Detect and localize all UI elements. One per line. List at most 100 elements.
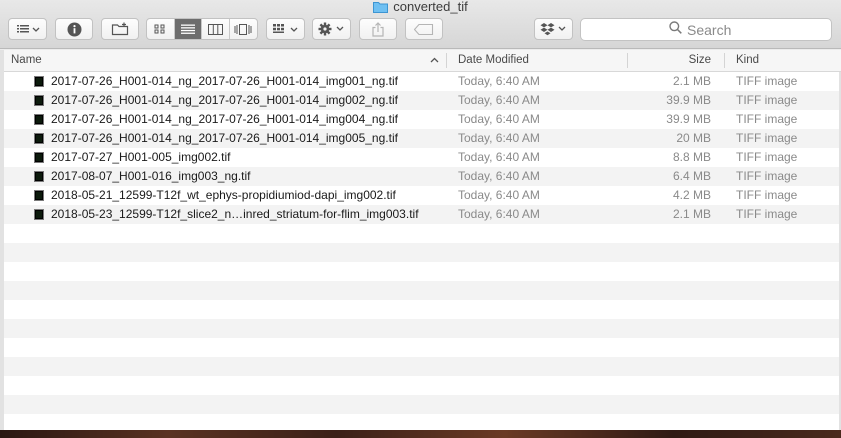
file-name: 2017-07-27_H001-005_img002.tif [51,150,231,164]
arrange-icon [272,23,300,35]
tiff-file-icon [34,209,44,220]
file-date: Today, 6:40 AM [458,150,540,164]
file-row[interactable]: 2017-07-26_H001-014_ng_2017-07-26_H001-0… [4,91,839,110]
file-date: Today, 6:40 AM [458,112,540,126]
empty-row [4,395,839,414]
tags-button[interactable] [405,18,443,40]
file-row[interactable]: 2017-07-27_H001-005_img002.tif Today, 6:4… [4,148,839,167]
column-header-name[interactable]: Name [11,50,431,71]
dropbox-button[interactable] [534,18,573,40]
view-options-icon [15,23,41,35]
file-date: Today, 6:40 AM [458,207,540,221]
file-size: 2.1 MB [672,74,711,88]
file-name: 2017-08-07_H001-016_img003_ng.tif [51,169,251,183]
file-size: 6.4 MB [672,169,711,183]
file-size: 39.9 MB [666,93,711,107]
file-row[interactable]: 2018-05-23_12599-T12f_slice2_n…inred_str… [4,205,839,224]
share-button[interactable] [359,18,397,40]
new-folder-icon [111,22,129,36]
icon-view-button[interactable] [147,19,175,39]
file-name: 2017-07-26_H001-014_ng_2017-07-26_H001-0… [51,74,398,88]
get-info-button[interactable] [55,18,93,40]
tiff-file-icon [34,190,44,201]
view-options-button[interactable] [8,18,47,40]
search-field[interactable] [580,18,832,41]
file-date: Today, 6:40 AM [458,131,540,145]
tiff-file-icon [34,152,44,163]
desktop-background [0,430,841,438]
file-name: 2018-05-21_12599-T12f_wt_ephys-propidium… [51,188,396,202]
action-gear-icon [318,22,346,36]
column-view-icon [207,23,223,35]
view-mode-control[interactable] [146,18,258,40]
empty-row [4,262,839,281]
empty-row [4,300,839,319]
file-row[interactable]: 2017-07-26_H001-014_ng_2017-07-26_H001-0… [4,110,839,129]
file-list: 2017-07-26_H001-014_ng_2017-07-26_H001-0… [4,72,839,430]
file-kind: TIFF image [736,207,798,221]
finder-window: converted_tif Search Name Date Modified … [0,0,841,430]
file-size: 4.2 MB [672,188,711,202]
folder-icon [373,1,389,13]
empty-row [4,414,839,430]
file-size: 20 MB [676,131,711,145]
file-row[interactable]: 2017-08-07_H001-016_img003_ng.tif Today, … [4,167,839,186]
list-view-icon [180,24,195,34]
cover-flow-button[interactable] [230,19,257,39]
file-row[interactable]: 2018-05-21_12599-T12f_wt_ephys-propidium… [4,186,839,205]
file-name: 2017-07-26_H001-014_ng_2017-07-26_H001-0… [51,131,398,145]
window-title: converted_tif [0,0,841,14]
tiff-file-icon [34,133,44,144]
empty-row [4,338,839,357]
icon-view-icon [154,24,166,34]
file-name: 2017-07-26_H001-014_ng_2017-07-26_H001-0… [51,93,398,107]
tiff-file-icon [34,114,44,125]
file-size: 2.1 MB [672,207,711,221]
search-input[interactable] [687,21,743,38]
info-icon [67,22,82,37]
empty-row [4,376,839,395]
toolbar: converted_tif [0,0,841,49]
file-kind: TIFF image [736,112,798,126]
action-button[interactable] [312,18,351,40]
file-name: 2017-07-26_H001-014_ng_2017-07-26_H001-0… [51,112,398,126]
file-row[interactable]: 2017-07-26_H001-014_ng_2017-07-26_H001-0… [4,72,839,91]
tiff-file-icon [34,171,44,182]
share-icon [372,21,384,37]
empty-row [4,243,839,262]
file-kind: TIFF image [736,131,798,145]
file-kind: TIFF image [736,169,798,183]
column-view-button[interactable] [202,19,230,39]
file-row[interactable]: 2017-07-26_H001-014_ng_2017-07-26_H001-0… [4,129,839,148]
file-name: 2018-05-23_12599-T12f_slice2_n…inred_str… [51,207,419,221]
cover-flow-icon [234,23,252,35]
sort-ascending-icon [430,50,442,71]
file-kind: TIFF image [736,74,798,88]
search-icon [669,20,682,39]
file-date: Today, 6:40 AM [458,93,540,107]
file-kind: TIFF image [736,188,798,202]
tag-icon [414,23,434,35]
file-date: Today, 6:40 AM [458,169,540,183]
file-kind: TIFF image [736,150,798,164]
empty-row [4,357,839,376]
dropbox-icon [540,22,568,36]
column-divider[interactable] [724,53,725,68]
column-header-kind[interactable]: Kind [736,50,836,71]
list-view-button[interactable] [174,19,202,39]
tiff-file-icon [34,76,44,87]
column-divider[interactable] [446,53,447,68]
column-header: Name Date Modified Size Kind [4,50,841,72]
column-header-date[interactable]: Date Modified [458,50,618,71]
tiff-file-icon [34,95,44,106]
file-date: Today, 6:40 AM [458,188,540,202]
file-date: Today, 6:40 AM [458,74,540,88]
file-kind: TIFF image [736,93,798,107]
column-header-size[interactable]: Size [628,50,711,71]
new-folder-button[interactable] [101,18,139,40]
empty-row [4,224,839,243]
empty-row [4,319,839,338]
file-size: 39.9 MB [666,112,711,126]
arrange-button[interactable] [266,18,305,40]
window-title-text: converted_tif [393,0,468,14]
